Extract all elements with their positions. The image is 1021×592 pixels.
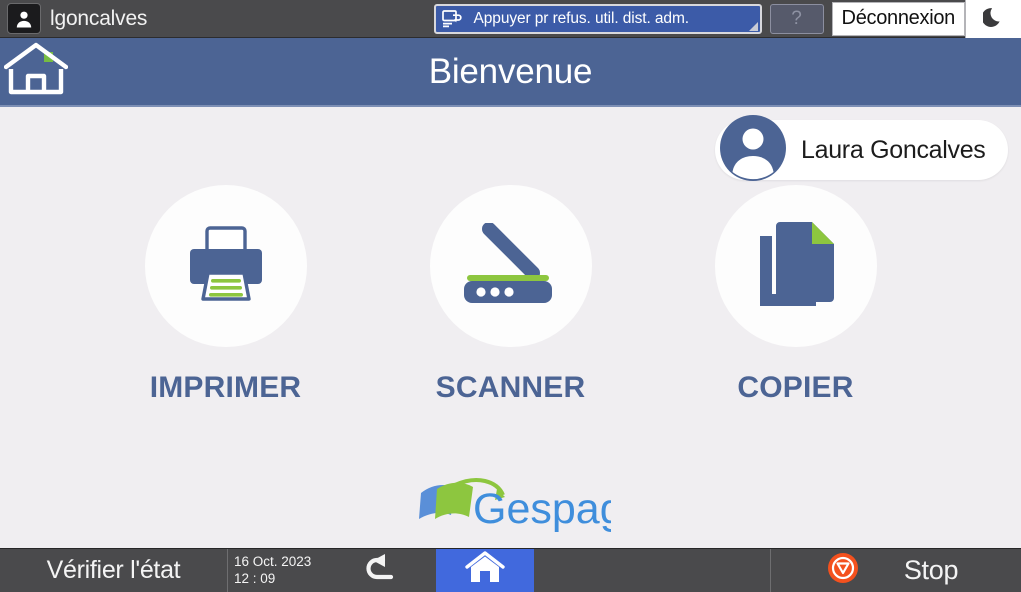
current-date: 16 Oct. 2023 xyxy=(234,554,312,570)
system-top-bar: lgoncalves Appuyer pr refus. util. dist.… xyxy=(0,0,1021,38)
tile-scanner-circle xyxy=(429,185,592,347)
function-tiles: IMPRIMER SCANNER COPIER xyxy=(0,185,1021,405)
back-arrow-icon xyxy=(361,553,403,588)
bottom-status-bar: Vérifier l'état 16 Oct. 2023 12 : 09 Sto… xyxy=(0,548,1021,592)
logged-in-username: lgoncalves xyxy=(50,6,148,30)
scanner-icon xyxy=(461,221,561,310)
svg-text:Gespage: Gespage xyxy=(473,485,611,533)
logout-button[interactable]: Déconnexion xyxy=(831,1,965,36)
page-header: Bienvenue xyxy=(0,38,1021,107)
printer-touch-panel: lgoncalves Appuyer pr refus. util. dist.… xyxy=(0,0,1021,592)
page-title: Bienvenue xyxy=(428,51,593,91)
help-button[interactable]: ? xyxy=(769,3,824,34)
tile-imprimer[interactable]: IMPRIMER xyxy=(144,185,308,405)
stop-label: Stop xyxy=(903,555,959,585)
current-user-name: Laura Goncalves xyxy=(801,135,986,164)
stop-button[interactable]: Stop xyxy=(771,549,1021,592)
back-button[interactable] xyxy=(328,549,436,592)
tile-copier[interactable]: COPIER xyxy=(714,185,878,405)
tile-imprimer-circle xyxy=(144,185,307,347)
avatar-icon xyxy=(719,114,787,187)
remote-access-status-label: Appuyer pr refus. util. dist. adm. xyxy=(473,9,690,27)
gespage-logo-icon: Gespage xyxy=(411,471,647,538)
main-content: Laura Goncalves IMPRIMER SCANNER COPIER … xyxy=(0,107,1021,548)
home-outline-icon xyxy=(3,42,69,101)
tile-scanner-label: SCANNER xyxy=(435,371,586,404)
header-home-button[interactable] xyxy=(2,42,70,101)
sleep-mode-button[interactable] xyxy=(965,0,1021,38)
gespage-brand: Gespage xyxy=(411,471,647,538)
printer-icon xyxy=(183,224,269,309)
top-bar-actions: Appuyer pr refus. util. dist. adm. ? Déc… xyxy=(433,0,1021,38)
resize-corner-icon xyxy=(748,21,758,31)
remote-access-status-button[interactable]: Appuyer pr refus. util. dist. adm. xyxy=(433,3,762,34)
home-filled-icon xyxy=(465,551,505,590)
tile-scanner[interactable]: SCANNER xyxy=(429,185,593,405)
current-user-card[interactable]: Laura Goncalves xyxy=(715,114,1008,181)
tile-copier-circle xyxy=(714,185,877,347)
check-status-button[interactable]: Vérifier l'état xyxy=(0,549,228,592)
bottom-bar-spacer xyxy=(534,549,771,592)
home-button[interactable] xyxy=(436,549,534,592)
copy-documents-icon xyxy=(754,218,838,315)
moon-icon xyxy=(981,4,1005,33)
current-time: 12 : 09 xyxy=(234,570,276,586)
tile-copier-label: COPIER xyxy=(737,371,854,404)
user-icon xyxy=(7,3,41,34)
datetime-display: 16 Oct. 2023 12 : 09 xyxy=(228,549,328,592)
remote-access-icon xyxy=(441,9,464,29)
tile-imprimer-label: IMPRIMER xyxy=(149,371,302,404)
stop-icon xyxy=(827,552,859,589)
